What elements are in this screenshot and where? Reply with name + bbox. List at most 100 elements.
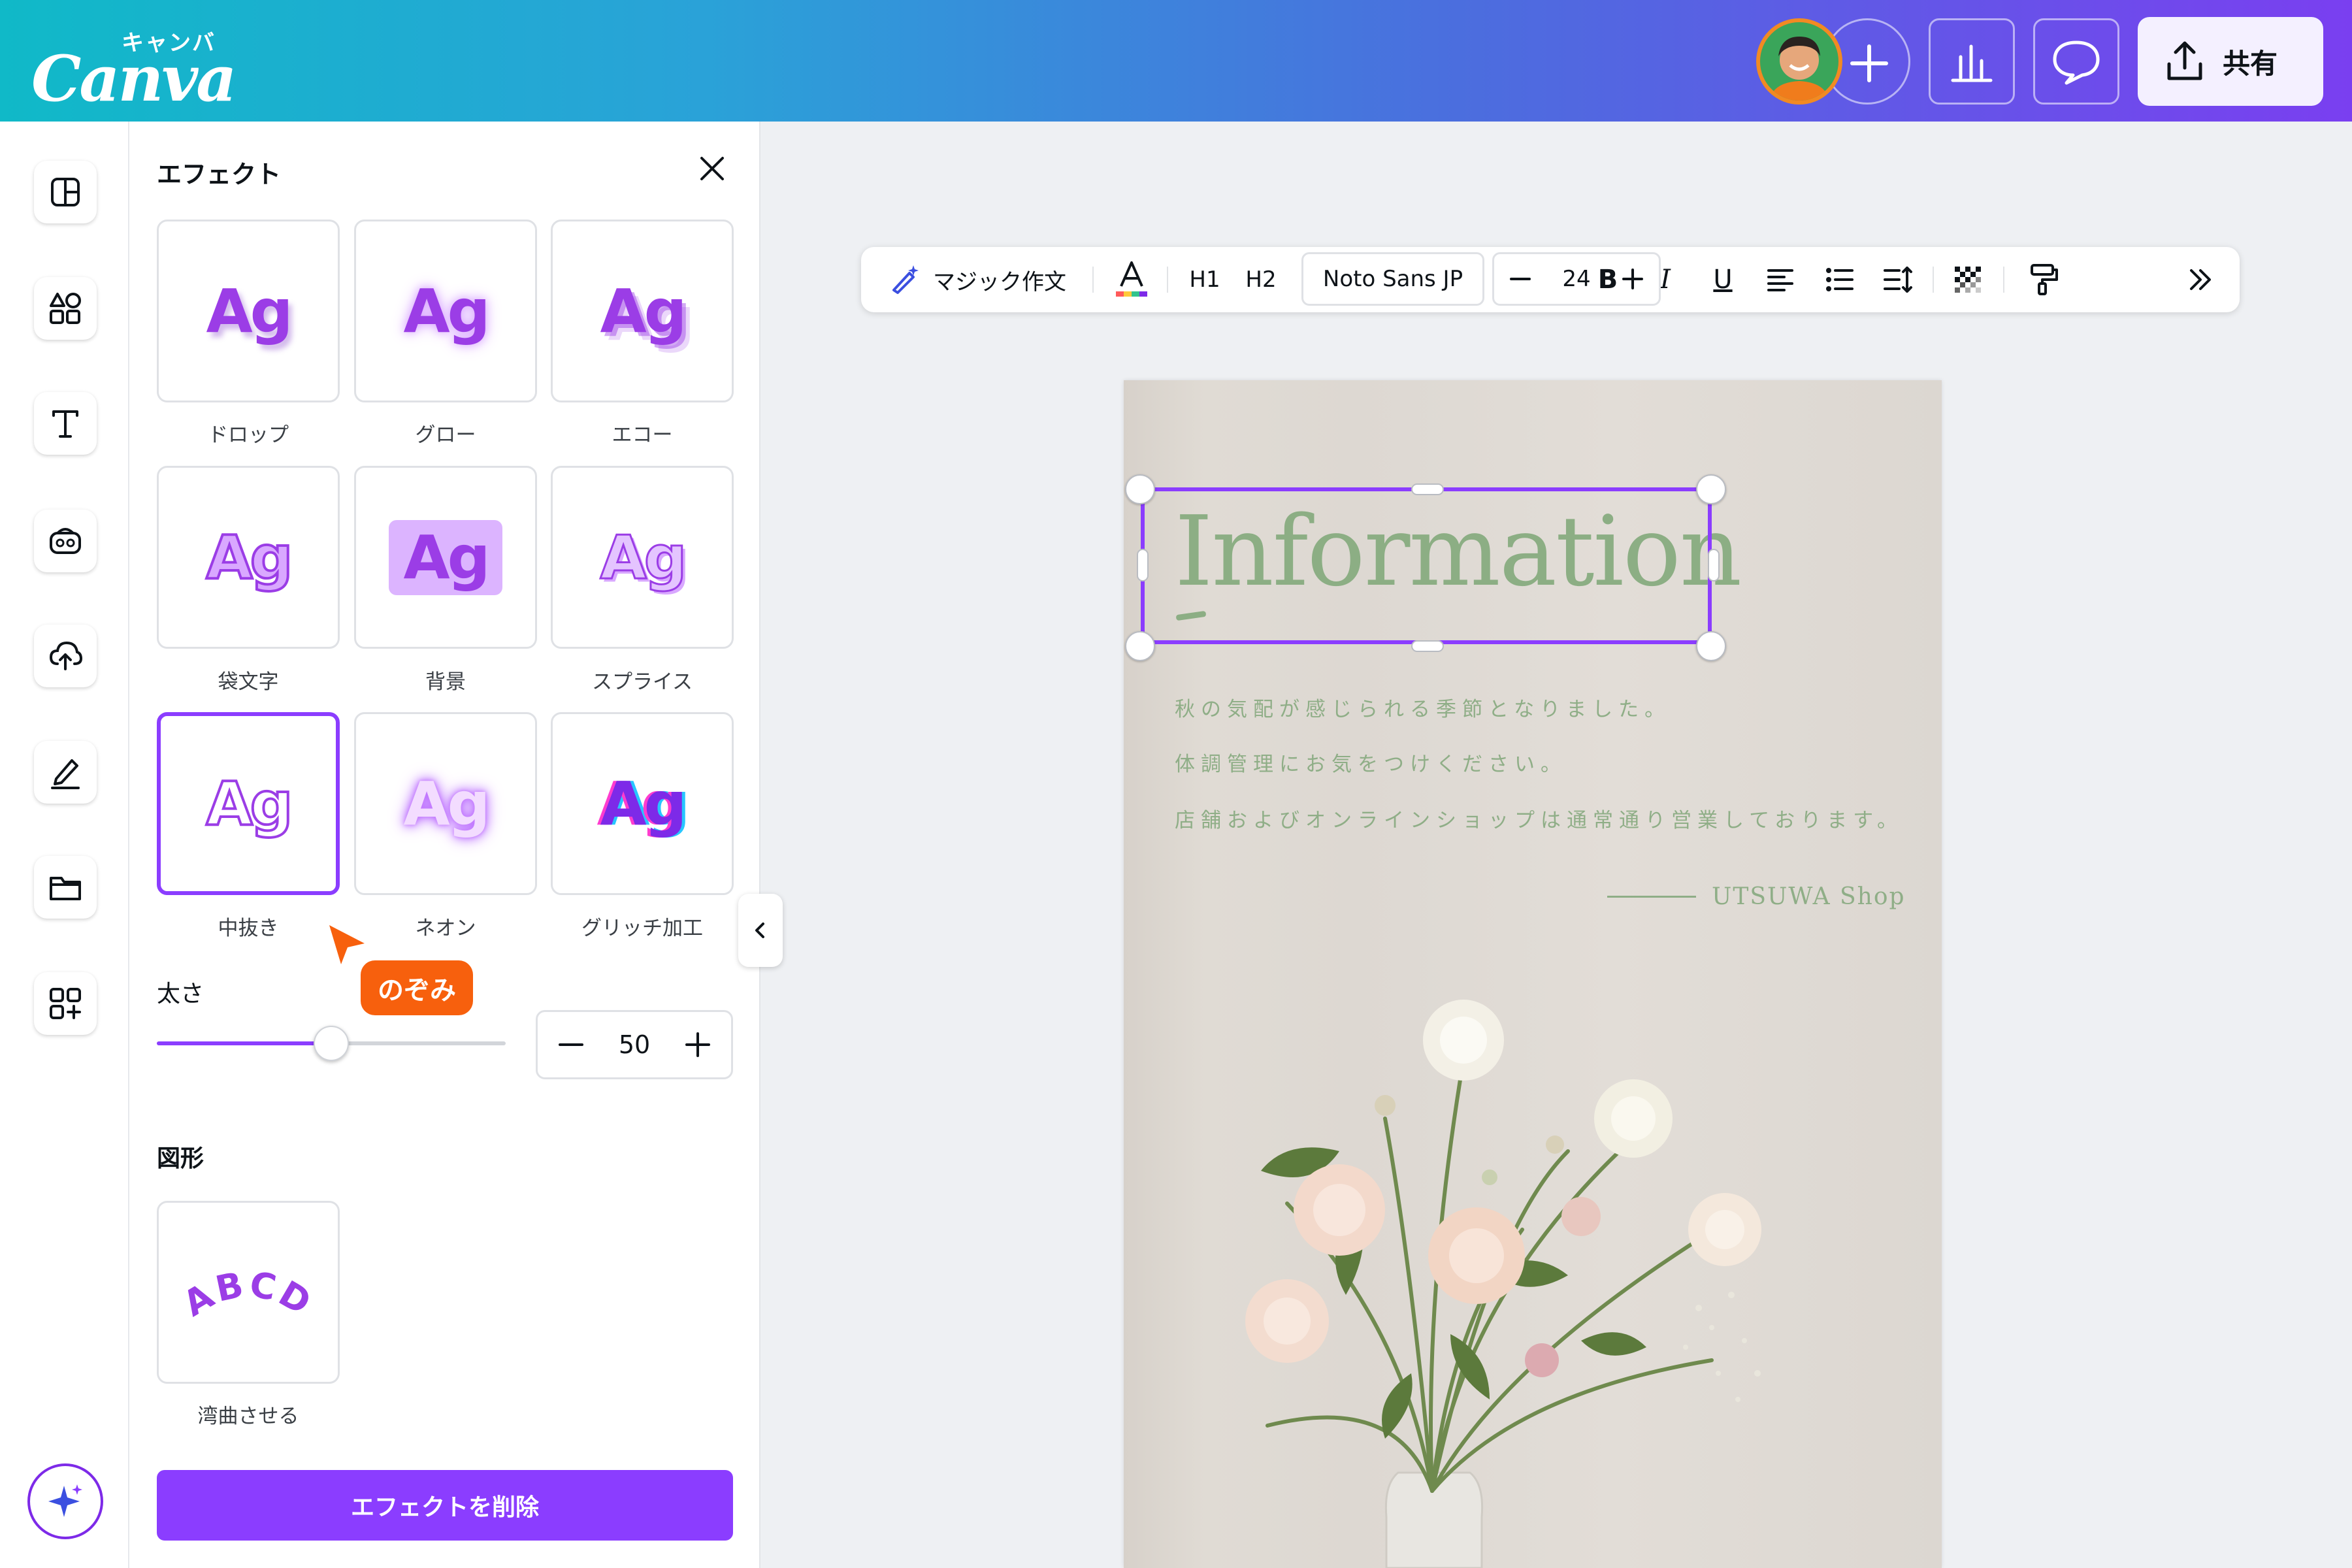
design-icon	[51, 178, 80, 206]
rail-design-button[interactable]	[34, 161, 97, 223]
effect-background-tile[interactable]: Ag	[354, 466, 537, 649]
remove-effect-button[interactable]: エフェクトを削除	[157, 1470, 733, 1541]
effect-label: スプライス	[591, 670, 693, 694]
magic-write-label: マジック作文	[933, 269, 1066, 295]
thickness-slider-fill	[157, 1041, 331, 1045]
transparency-icon	[1955, 267, 1981, 293]
effect-echo-tile[interactable]: Ag	[551, 220, 734, 402]
thickness-stepper: 50	[536, 1010, 733, 1079]
comment-icon	[2053, 41, 2100, 85]
chevron-left-icon	[755, 923, 764, 938]
effect-sample: Ag	[206, 276, 293, 346]
effect-label: 湾曲させる	[197, 1405, 299, 1428]
collapse-panel-button[interactable]	[738, 894, 783, 967]
line-spacing-icon	[1884, 267, 1912, 293]
resize-handle-bottom-left[interactable]	[1125, 631, 1155, 661]
effect-label: 背景	[425, 670, 466, 694]
collaborator-name: のぞみ	[361, 960, 473, 1015]
share-upload-icon	[2167, 41, 2202, 80]
text-icon	[52, 410, 78, 438]
collaborator-cursor	[327, 923, 372, 968]
effect-outline-tile[interactable]: Ag	[157, 466, 340, 649]
magic-button[interactable]	[27, 1463, 103, 1539]
panel-title: エフェクト	[157, 160, 282, 189]
avatar-image	[1760, 22, 1838, 101]
effect-label: エコー	[612, 423, 673, 447]
rail-draw-button[interactable]	[34, 741, 97, 804]
copy-style-button[interactable]	[2019, 247, 2068, 312]
rail-uploads-button[interactable]	[34, 625, 97, 687]
effect-glitch-tile[interactable]: Ag	[551, 712, 734, 895]
thickness-value[interactable]: 50	[619, 1030, 650, 1059]
heading2-button[interactable]: H2	[1235, 247, 1287, 312]
resize-handle-bottom-right[interactable]	[1696, 631, 1726, 661]
left-rail	[0, 122, 129, 1568]
effect-label: 中抜き	[218, 917, 279, 940]
rail-elements-button[interactable]	[34, 277, 97, 340]
effect-label: ドロップ	[208, 423, 289, 447]
effect-hollow-tile[interactable]: Ag	[157, 712, 340, 895]
resize-handle-right[interactable]	[1708, 549, 1720, 581]
thickness-slider[interactable]	[157, 1026, 506, 1061]
magic-write-button[interactable]: マジック作文	[875, 247, 1078, 312]
plus-icon[interactable]	[1621, 267, 1644, 291]
effect-curve-tile[interactable]: ABCD	[157, 1201, 340, 1384]
rail-apps-button[interactable]	[34, 972, 97, 1035]
minus-icon[interactable]	[1509, 267, 1532, 291]
effect-sample: Ag	[389, 519, 502, 595]
resize-handle-left[interactable]	[1137, 549, 1149, 581]
paint-roller-icon	[2031, 264, 2058, 295]
avatar[interactable]	[1756, 18, 1842, 105]
magic-icon	[48, 1484, 82, 1517]
font-selector[interactable]: Noto Sans JP	[1301, 252, 1484, 306]
rail-text-button[interactable]	[34, 392, 97, 455]
thickness-label: 太さ	[157, 981, 204, 1007]
font-size-value[interactable]: 24	[1562, 266, 1590, 292]
resize-handle-top-right[interactable]	[1696, 474, 1726, 504]
share-button[interactable]: 共有	[2138, 17, 2323, 106]
svg-text:ABCD: ABCD	[176, 1264, 320, 1324]
effect-sample: Ag	[204, 768, 294, 840]
text-color-icon	[1116, 261, 1147, 297]
resize-handle-top-left[interactable]	[1125, 474, 1155, 504]
rail-brand-button[interactable]	[34, 510, 97, 572]
effect-neon-tile[interactable]: Ag	[354, 712, 537, 895]
effect-sample: Ag	[600, 276, 687, 346]
effect-sample: Ag	[403, 768, 490, 839]
uploads-icon	[49, 641, 83, 670]
transparency-button[interactable]	[1943, 247, 1993, 312]
effect-drop-tile[interactable]: Ag	[157, 220, 340, 402]
heading1-button[interactable]: H1	[1179, 247, 1231, 312]
plus-icon[interactable]	[683, 1030, 713, 1060]
spacing-button[interactable]	[1875, 247, 1921, 312]
text-color-button[interactable]	[1105, 247, 1158, 312]
logo-wordmark: Canva	[31, 42, 237, 116]
elements-icon	[50, 293, 81, 324]
more-options-button[interactable]	[2176, 247, 2225, 312]
resize-handle-bottom[interactable]	[1411, 640, 1444, 652]
canva-logo[interactable]: キャンバ Canva	[31, 22, 237, 116]
apps-icon	[50, 988, 81, 1019]
toolbar-divider	[1092, 267, 1094, 293]
effect-label: グロー	[415, 423, 476, 447]
resize-handle-top[interactable]	[1411, 483, 1444, 495]
toolbar-divider	[1933, 267, 1934, 293]
rail-projects-button[interactable]	[34, 856, 97, 919]
effect-sample: Ag	[599, 521, 688, 593]
thickness-slider-thumb[interactable]	[314, 1026, 349, 1061]
align-left-button[interactable]	[1757, 247, 1803, 312]
insights-button[interactable]	[1929, 18, 2015, 105]
bullet-list-button[interactable]	[1816, 247, 1862, 312]
comment-button[interactable]	[2033, 18, 2119, 105]
font-size-stepper: 24	[1492, 252, 1661, 306]
effect-sample: Ag	[403, 276, 490, 346]
underline-button[interactable]: U	[1700, 247, 1746, 312]
minus-icon[interactable]	[556, 1030, 586, 1060]
effect-splice-tile[interactable]: Ag	[551, 466, 734, 649]
curve-text-sample: ABCD	[176, 1264, 320, 1324]
close-icon	[700, 157, 724, 180]
effect-label: ネオン	[415, 917, 476, 940]
effect-glow-tile[interactable]: Ag	[354, 220, 537, 402]
close-panel-button[interactable]	[693, 149, 732, 188]
effect-label: 袋文字	[218, 670, 279, 694]
